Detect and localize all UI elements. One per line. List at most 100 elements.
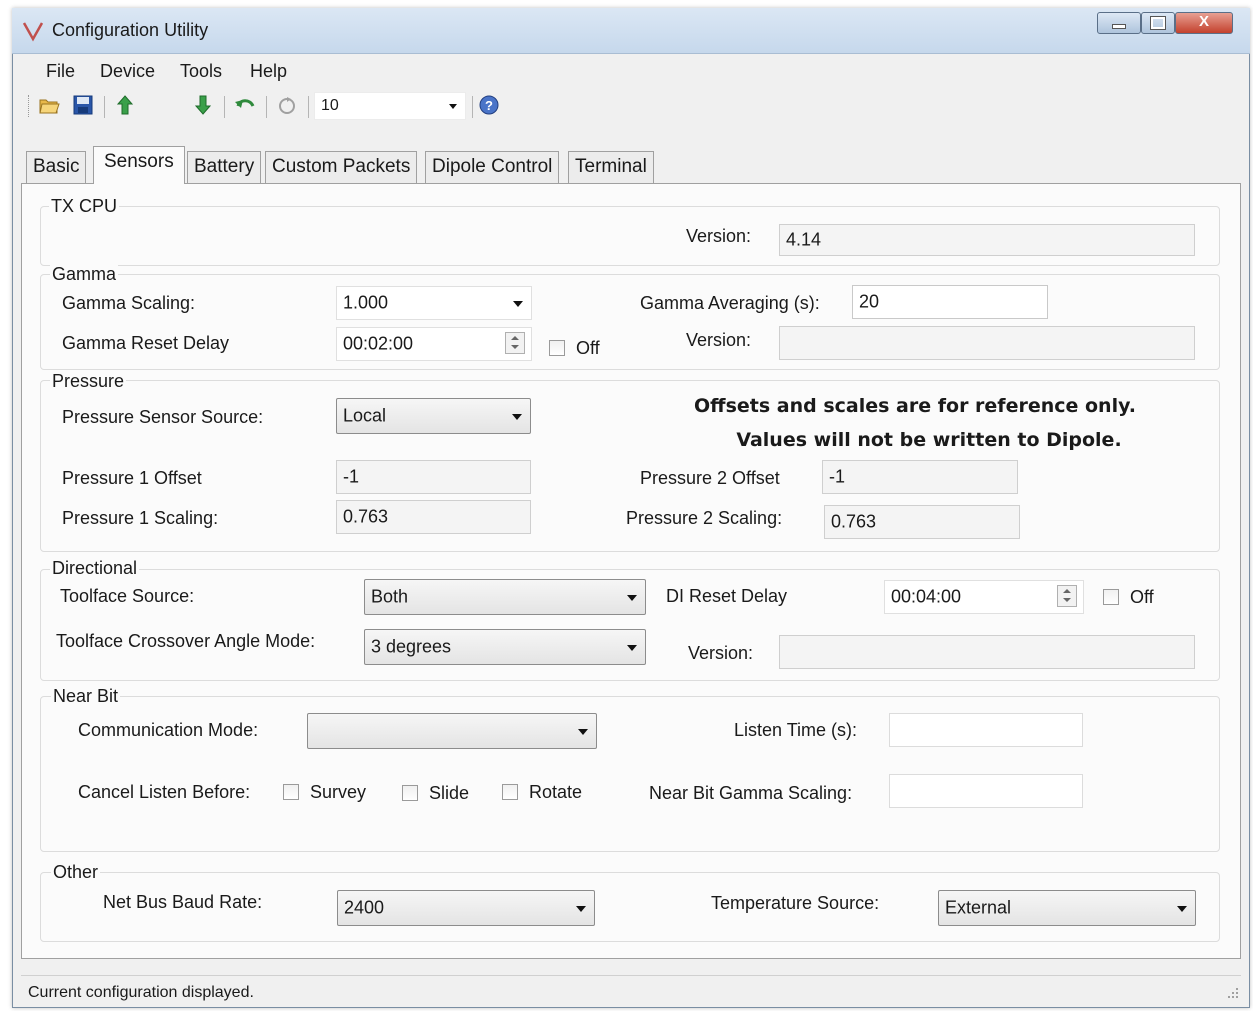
- group-label-pressure: Pressure: [50, 371, 127, 392]
- toolbar-combo-value: 10: [321, 97, 339, 114]
- rotate-label: Rotate: [529, 782, 583, 802]
- tab-terminal[interactable]: Terminal: [568, 151, 654, 183]
- pressure1-offset-field: -1: [336, 460, 531, 494]
- toolbar-separator: [308, 96, 309, 118]
- gamma-reset-delay-label: Gamma Reset Delay: [62, 333, 230, 353]
- tab-battery[interactable]: Battery: [187, 151, 262, 183]
- communication-mode-select[interactable]: [307, 713, 597, 749]
- chevron-down-icon: [1177, 906, 1187, 912]
- resize-grip-icon[interactable]: [1226, 986, 1240, 1000]
- di-reset-delay-label: DI Reset Delay: [666, 586, 788, 606]
- minimize-icon: [1112, 24, 1126, 29]
- gamma-reset-delay-value: 00:02:00: [343, 333, 414, 354]
- crossover-mode-label: Toolface Crossover Angle Mode:: [56, 631, 316, 651]
- maximize-button[interactable]: [1141, 12, 1175, 34]
- toolface-source-label: Toolface Source:: [60, 586, 195, 606]
- toolbar-combo[interactable]: 10: [314, 92, 466, 120]
- spinner-arrows-icon[interactable]: [1057, 585, 1077, 607]
- pressure-source-value: Local: [343, 405, 387, 426]
- pressure-notice-line2: Values will not be written to Dipole.: [736, 429, 1122, 451]
- download-icon[interactable]: [192, 94, 214, 116]
- minimize-button[interactable]: [1097, 12, 1141, 34]
- temperature-source-select[interactable]: External: [938, 890, 1196, 926]
- pressure2-offset-label: Pressure 2 Offset: [640, 468, 780, 488]
- listen-time-input[interactable]: [889, 713, 1083, 747]
- chevron-down-icon: [449, 104, 457, 109]
- toolface-source-value: Both: [371, 586, 409, 607]
- temperature-source-value: External: [945, 897, 1012, 918]
- directional-version-label: Version:: [688, 643, 754, 663]
- app-logo-icon: [22, 22, 44, 42]
- net-bus-baud-select[interactable]: 2400: [337, 890, 595, 926]
- refresh-icon[interactable]: [276, 94, 298, 116]
- maximize-icon: [1150, 16, 1166, 30]
- status-text: Current configuration displayed.: [28, 984, 254, 1001]
- directional-version-field: [779, 635, 1195, 669]
- gamma-averaging-value: 20: [859, 291, 880, 312]
- undo-icon[interactable]: [234, 94, 256, 116]
- slide-checkbox[interactable]: [402, 785, 418, 801]
- menu-device[interactable]: Device: [100, 61, 155, 82]
- tab-basic[interactable]: Basic: [26, 151, 87, 183]
- crossover-mode-select[interactable]: 3 degrees: [364, 629, 646, 665]
- tx-cpu-version-value: 4.14: [786, 229, 822, 250]
- listen-time-label: Listen Time (s):: [734, 720, 858, 740]
- pressure2-scaling-value: 0.763: [831, 511, 877, 532]
- toolbar-separator: [266, 96, 267, 118]
- temperature-source-label: Temperature Source:: [711, 893, 880, 913]
- group-label-other: Other: [51, 862, 101, 883]
- pressure1-scaling-value: 0.763: [343, 506, 389, 527]
- gamma-off-checkbox[interactable]: [549, 340, 565, 356]
- pressure-source-label: Pressure Sensor Source:: [62, 407, 264, 427]
- survey-checkbox[interactable]: [283, 784, 299, 800]
- save-icon[interactable]: [72, 94, 94, 116]
- slide-label: Slide: [429, 783, 470, 803]
- upload-icon[interactable]: [114, 94, 136, 116]
- cancel-listen-label: Cancel Listen Before:: [78, 782, 251, 802]
- toolbar-grip[interactable]: [28, 95, 32, 117]
- help-icon[interactable]: ?: [478, 94, 500, 116]
- pressure1-offset-label: Pressure 1 Offset: [62, 468, 202, 488]
- net-bus-baud-label: Net Bus Baud Rate:: [103, 892, 263, 912]
- toolface-source-select[interactable]: Both: [364, 579, 646, 615]
- near-bit-gamma-scaling-input[interactable]: [889, 774, 1083, 808]
- pressure2-offset-field: -1: [822, 460, 1018, 494]
- close-icon: X: [1198, 13, 1209, 30]
- di-off-checkbox[interactable]: [1103, 589, 1119, 605]
- tab-dipole-control[interactable]: Dipole Control: [425, 151, 560, 183]
- gamma-averaging-input[interactable]: 20: [852, 285, 1048, 319]
- svg-text:?: ?: [485, 98, 493, 113]
- pressure2-offset-value: -1: [829, 466, 846, 487]
- group-label-near-bit: Near Bit: [51, 686, 121, 707]
- gamma-version-label: Version:: [686, 330, 752, 350]
- chevron-down-icon: [512, 414, 522, 420]
- gamma-scaling-label: Gamma Scaling:: [62, 293, 196, 313]
- di-reset-delay-input[interactable]: 00:04:00: [884, 580, 1084, 614]
- communication-mode-label: Communication Mode:: [78, 720, 259, 740]
- gamma-reset-delay-input[interactable]: 00:02:00: [336, 327, 532, 361]
- menu-file[interactable]: File: [46, 61, 75, 82]
- chevron-down-icon: [627, 595, 637, 601]
- spinner-arrows-icon[interactable]: [505, 332, 525, 354]
- menu-help[interactable]: Help: [250, 61, 287, 82]
- gamma-off-label: Off: [576, 338, 600, 358]
- near-bit-gamma-scaling-label: Near Bit Gamma Scaling:: [649, 783, 853, 803]
- pressure2-scaling-field: 0.763: [824, 505, 1020, 539]
- open-folder-icon[interactable]: [38, 94, 60, 116]
- chevron-down-icon: [578, 729, 588, 735]
- window-title: Configuration Utility: [52, 20, 209, 40]
- net-bus-baud-value: 2400: [344, 897, 385, 918]
- gamma-averaging-label: Gamma Averaging (s):: [640, 293, 820, 313]
- menu-tools[interactable]: Tools: [180, 61, 222, 82]
- close-button[interactable]: X: [1175, 12, 1233, 34]
- gamma-scaling-value: 1.000: [343, 292, 389, 313]
- gamma-scaling-select[interactable]: 1.000: [336, 286, 532, 320]
- group-label-gamma: Gamma: [50, 264, 119, 285]
- pressure-notice-line1: Offsets and scales are for reference onl…: [694, 395, 1136, 417]
- tab-custom-packets[interactable]: Custom Packets: [265, 151, 418, 183]
- pressure-source-select[interactable]: Local: [336, 398, 531, 434]
- tab-sensors[interactable]: Sensors: [93, 146, 185, 184]
- pressure1-offset-value: -1: [343, 466, 360, 487]
- pressure1-scaling-label: Pressure 1 Scaling:: [62, 508, 219, 528]
- rotate-checkbox[interactable]: [502, 784, 518, 800]
